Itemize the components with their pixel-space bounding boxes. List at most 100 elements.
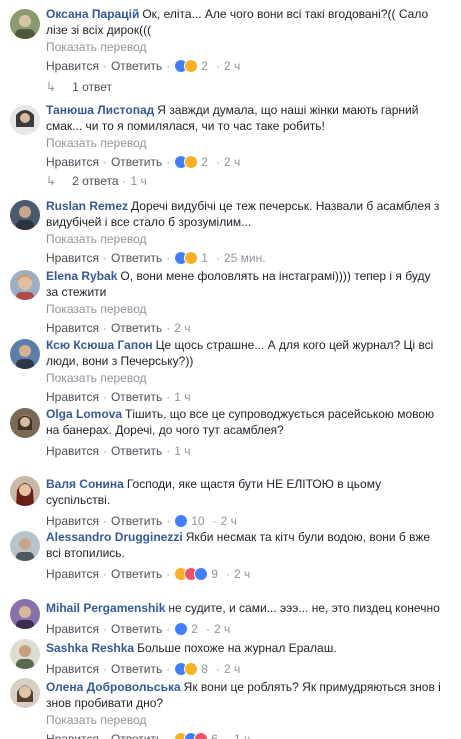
view-replies[interactable]: ↳ 2 ответа · 1 ч: [46, 174, 147, 188]
comment-author[interactable]: Танюша Листопад: [46, 103, 154, 117]
like-reaction-icon: [174, 622, 189, 636]
comment-actions: Нравится · Ответить · 2 · 2 ч: [46, 154, 241, 170]
comment-time[interactable]: 2 ч: [174, 320, 190, 336]
like-link[interactable]: Нравится: [46, 513, 99, 529]
replies-count[interactable]: 2 ответа: [72, 174, 118, 188]
comment-text-block: Alessandro Drugginezzi Якби несмак та кіт…: [46, 529, 441, 561]
comment-author[interactable]: Ксю Ксюша Гапон: [46, 338, 153, 352]
comment-text-block: Elena Rybak О, вони мене фоловлять на інс…: [46, 268, 441, 300]
comment-author[interactable]: Olga Lomova: [46, 407, 122, 421]
wow-reaction-icon: [184, 59, 199, 73]
avatar[interactable]: [10, 678, 40, 708]
avatar-image: [10, 531, 40, 561]
avatar[interactable]: [10, 599, 40, 629]
reply-link[interactable]: Ответить: [111, 58, 162, 74]
avatar[interactable]: [10, 200, 40, 230]
like-link[interactable]: Нравится: [46, 154, 99, 170]
reactions-summary[interactable]: 9: [174, 566, 218, 582]
replies-time: 1 ч: [130, 174, 147, 188]
comment-author[interactable]: Оксана Парацій: [46, 7, 139, 21]
avatar[interactable]: [10, 639, 40, 669]
reactions-summary[interactable]: 10: [174, 513, 205, 529]
translate-link[interactable]: Показать перевод: [46, 135, 441, 151]
comment-text-block: Оксана Парацій Ок, еліта... Але чого вони…: [46, 6, 441, 38]
comment-actions: Нравится · Ответить · 1 · 25 мин.: [46, 250, 266, 266]
reaction-count: 2: [201, 59, 208, 73]
reactions-summary[interactable]: 8: [174, 661, 208, 677]
like-link[interactable]: Нравится: [46, 661, 99, 677]
reactions-summary[interactable]: 2: [174, 621, 198, 637]
reactions-summary[interactable]: 2: [174, 154, 208, 170]
comment-author[interactable]: Валя Сонина: [46, 477, 124, 491]
avatar[interactable]: [10, 9, 40, 39]
reply-link[interactable]: Ответить: [111, 389, 162, 405]
translate-link[interactable]: Показать перевод: [46, 370, 441, 386]
like-link[interactable]: Нравится: [46, 250, 99, 266]
reactions-summary[interactable]: 1: [174, 250, 208, 266]
avatar-image: [10, 105, 40, 135]
avatar-image: [10, 678, 40, 708]
comment-author[interactable]: Elena Rybak: [46, 269, 117, 283]
translate-link[interactable]: Показать перевод: [46, 712, 441, 728]
haha-reaction-icon: [184, 251, 199, 265]
comment-author[interactable]: Ruslan Remez: [46, 199, 128, 213]
comment-time[interactable]: 2 ч: [224, 58, 240, 74]
comment-author[interactable]: Sashka Reshka: [46, 641, 134, 655]
heart-reaction-icon: [194, 732, 209, 739]
like-link[interactable]: Нравится: [46, 58, 99, 74]
comment-actions: Нравится · Ответить · 2 · 2 ч: [46, 621, 231, 637]
haha-reaction-icon: [184, 662, 199, 676]
view-replies[interactable]: ↳ 1 ответ: [46, 80, 112, 94]
wow-reaction-icon: [184, 155, 199, 169]
comment-text-block: Mihail Pergamenshik не судите, и сами... …: [46, 600, 441, 616]
replies-count[interactable]: 1 ответ: [72, 80, 112, 94]
reactions-summary[interactable]: 6: [174, 731, 218, 739]
comment-time[interactable]: 2 ч: [224, 154, 240, 170]
comment-time[interactable]: 1 ч: [174, 389, 190, 405]
translate-link[interactable]: Показать перевод: [46, 301, 441, 317]
comment-author[interactable]: Олена Добровольська: [46, 680, 181, 694]
like-link[interactable]: Нравится: [46, 566, 99, 582]
avatar[interactable]: [10, 531, 40, 561]
like-link[interactable]: Нравится: [46, 621, 99, 637]
comment-text: не судите, и сами... эээ... не, это пизд…: [168, 601, 440, 615]
reply-link[interactable]: Ответить: [111, 621, 162, 637]
comment-time[interactable]: 2 ч: [234, 566, 250, 582]
like-link[interactable]: Нравится: [46, 443, 99, 459]
comment-actions: Нравится · Ответить · 1 ч: [46, 389, 191, 405]
avatar[interactable]: [10, 105, 40, 135]
reply-link[interactable]: Ответить: [111, 566, 162, 582]
comment-time[interactable]: 2 ч: [224, 661, 240, 677]
reply-link[interactable]: Ответить: [111, 661, 162, 677]
reply-link[interactable]: Ответить: [111, 250, 162, 266]
reply-link[interactable]: Ответить: [111, 443, 162, 459]
comment-author[interactable]: Alessandro Drugginezzi: [46, 530, 183, 544]
reply-arrow-icon: ↳: [46, 80, 57, 94]
reply-link[interactable]: Ответить: [111, 731, 162, 739]
reply-link[interactable]: Ответить: [111, 513, 162, 529]
avatar[interactable]: [10, 476, 40, 506]
reaction-count: 8: [201, 662, 208, 676]
comment-time[interactable]: 2 ч: [214, 621, 230, 637]
reply-link[interactable]: Ответить: [111, 154, 162, 170]
avatar[interactable]: [10, 270, 40, 300]
translate-link[interactable]: Показать перевод: [46, 231, 441, 247]
reply-link[interactable]: Ответить: [111, 320, 162, 336]
like-link[interactable]: Нравится: [46, 320, 99, 336]
like-link[interactable]: Нравится: [46, 389, 99, 405]
translate-link[interactable]: Показать перевод: [46, 39, 441, 55]
reactions-summary[interactable]: 2: [174, 58, 208, 74]
comment-actions: Нравится · Ответить · 6 · 1 ч: [46, 731, 441, 739]
comment-actions: Нравится · Ответить · 8 · 2 ч: [46, 661, 241, 677]
comment-author[interactable]: Mihail Pergamenshik: [46, 601, 165, 615]
avatar[interactable]: [10, 339, 40, 369]
like-reaction-icon: [174, 514, 189, 528]
comment-time[interactable]: 1 ч: [234, 731, 250, 739]
comment-text-block: Танюша Листопад Я завжди думала, що наші …: [46, 102, 441, 134]
comment-text-block: Sashka Reshka Больше похоже на журнал Ера…: [46, 640, 441, 656]
comment-time[interactable]: 2 ч: [221, 513, 237, 529]
comment-time[interactable]: 1 ч: [174, 443, 190, 459]
comment-time[interactable]: 25 мин.: [224, 250, 266, 266]
like-link[interactable]: Нравится: [46, 731, 99, 739]
avatar[interactable]: [10, 408, 40, 438]
